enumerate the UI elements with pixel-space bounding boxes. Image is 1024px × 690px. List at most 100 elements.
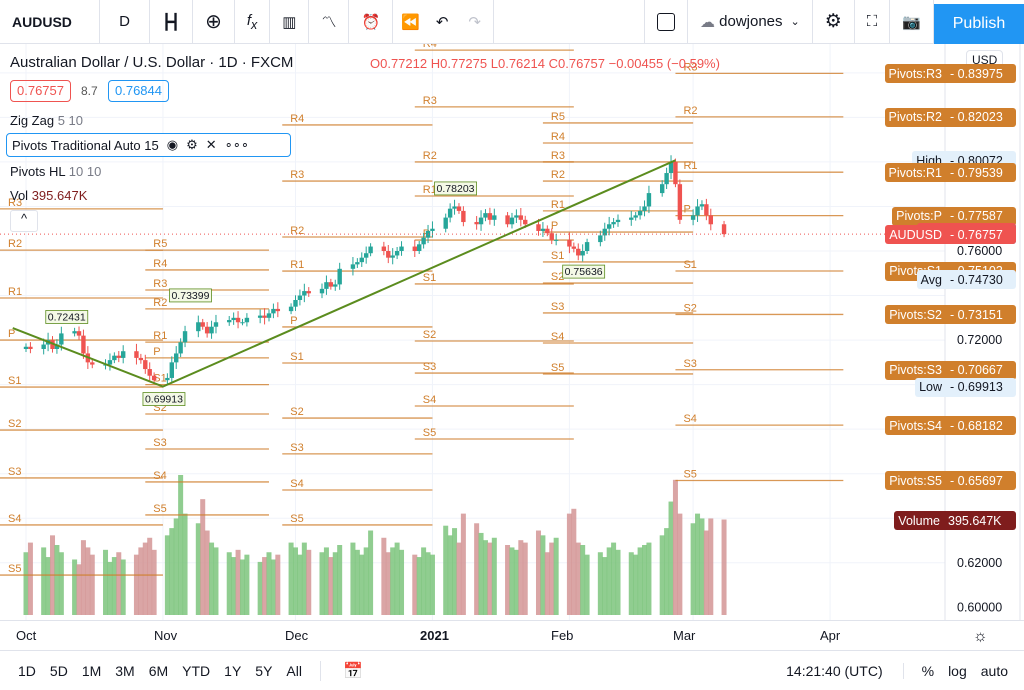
- candle: [659, 180, 665, 197]
- financials-button[interactable]: ▥: [270, 0, 310, 44]
- range-all[interactable]: All: [286, 663, 302, 679]
- candle: [72, 327, 77, 337]
- publish-button[interactable]: Publish: [934, 4, 1024, 44]
- candle-body: [116, 355, 121, 358]
- volume-bar: [350, 542, 356, 615]
- redo-button[interactable]: ↷: [456, 0, 494, 44]
- volume-bar: [509, 547, 515, 615]
- range-ytd[interactable]: YTD: [182, 663, 210, 679]
- candle-body: [536, 224, 541, 231]
- eye-icon[interactable]: ◉: [167, 137, 178, 153]
- interval-button[interactable]: D: [100, 0, 150, 44]
- candle: [514, 209, 519, 224]
- study-zigzag[interactable]: Zig Zag 5 10: [10, 113, 83, 128]
- candle: [443, 213, 448, 233]
- candle-body: [430, 228, 435, 231]
- volume-bar: [133, 554, 139, 615]
- candle: [602, 222, 607, 241]
- volume-bar: [602, 557, 608, 615]
- candle: [204, 322, 210, 338]
- volume-bar: [597, 552, 603, 615]
- candle: [699, 200, 705, 211]
- candle-body: [443, 217, 448, 229]
- snapshot-button[interactable]: 📷: [890, 0, 934, 44]
- sun-icon[interactable]: ☼: [973, 628, 988, 646]
- undo-button[interactable]: ↶: [428, 0, 457, 44]
- candle-body: [23, 346, 29, 349]
- study-volume[interactable]: Vol 395.647K: [10, 188, 87, 203]
- candle: [302, 283, 307, 303]
- more-icon[interactable]: ∘∘∘: [225, 137, 249, 153]
- candle-body: [421, 237, 426, 245]
- clock-time[interactable]: 14:21:40 (UTC): [786, 663, 882, 679]
- sell-button[interactable]: 0.76757: [10, 80, 71, 102]
- range-5y[interactable]: 5Y: [255, 663, 272, 679]
- candle: [116, 351, 121, 363]
- volume-bar: [231, 557, 237, 615]
- volume-bar: [553, 537, 559, 615]
- high-value: H0.77275: [430, 56, 488, 71]
- log-toggle[interactable]: log: [948, 663, 967, 679]
- candle-body: [328, 282, 334, 287]
- candle: [355, 258, 360, 268]
- symbol-search[interactable]: AUDUSD: [0, 0, 100, 44]
- chevron-up-icon: ^: [20, 211, 28, 226]
- candle-body: [244, 317, 250, 323]
- study-pivots-hl[interactable]: Pivots HL 10 10: [10, 164, 101, 179]
- range-6m[interactable]: 6M: [149, 663, 168, 679]
- candle: [178, 338, 183, 358]
- candle: [394, 246, 400, 260]
- candle-body: [76, 331, 82, 336]
- auto-toggle[interactable]: auto: [981, 663, 1008, 679]
- candles-icon: ┣┫: [162, 13, 181, 31]
- range-1d[interactable]: 1D: [18, 663, 36, 679]
- volume-bar: [695, 513, 701, 615]
- goto-date-calendar-icon[interactable]: 📅: [319, 660, 363, 681]
- pivot-hl-text: 0.73399: [171, 290, 209, 302]
- alert-button[interactable]: ⏰: [349, 0, 394, 44]
- price-chart[interactable]: R3 R2 R1 P S1 S2 S3 S4 S5 R5 R4 R3 R2 R1 P S1 S2 S3 S4 S5 R4…: [0, 44, 1024, 620]
- fullscreen-button[interactable]: ⛶: [855, 0, 891, 44]
- candle-body: [386, 251, 391, 258]
- save-layout-button[interactable]: ☁ dowjones ⌄: [688, 0, 813, 44]
- pivot-label-p: P: [8, 328, 15, 340]
- candle: [134, 343, 139, 365]
- replay-button[interactable]: ⏪: [393, 0, 428, 44]
- candle: [417, 240, 422, 255]
- candle: [209, 320, 214, 339]
- candle: [231, 312, 236, 325]
- compare-button[interactable]: 〽: [309, 0, 350, 44]
- volume-bar: [275, 554, 281, 615]
- range-1y[interactable]: 1Y: [224, 663, 241, 679]
- range-1m[interactable]: 1M: [82, 663, 101, 679]
- settings-button[interactable]: ⚙: [813, 0, 855, 44]
- indicators-button[interactable]: fx: [235, 0, 271, 44]
- time-axis[interactable]: Oct Nov Dec 2021 Feb Mar Apr ☼: [0, 620, 1024, 650]
- volume-bar: [204, 530, 210, 615]
- price-label-pivots-s2: Pivots:S2- 0.73151: [885, 305, 1016, 325]
- percent-toggle[interactable]: %: [902, 662, 934, 679]
- candle-body: [492, 215, 497, 220]
- gear-icon[interactable]: ⚙: [186, 137, 198, 153]
- plus-circle-icon: ⊕: [205, 11, 222, 33]
- add-compare-button[interactable]: ⊕: [193, 0, 235, 44]
- close-icon[interactable]: ✕: [206, 137, 217, 153]
- open-value: O0.77212: [370, 56, 428, 71]
- candle-body: [514, 215, 519, 218]
- chart-type-button[interactable]: ┣┫: [150, 0, 194, 44]
- buy-button[interactable]: 0.76844: [108, 80, 169, 102]
- layout-button[interactable]: [643, 0, 688, 44]
- volume-bar: [354, 549, 360, 615]
- collapse-legend-button[interactable]: ^: [10, 210, 38, 232]
- candle-body: [143, 360, 148, 370]
- range-5d[interactable]: 5D: [50, 663, 68, 679]
- study-pivots[interactable]: Pivots Traditional Auto 15 ◉ ⚙ ✕ ∘∘∘: [6, 133, 291, 157]
- candle-body: [81, 335, 86, 354]
- candle-body: [368, 246, 373, 254]
- volume-bar: [151, 549, 157, 615]
- volume-bar: [606, 547, 612, 615]
- range-3m[interactable]: 3M: [115, 663, 134, 679]
- y-tick-label: 0.76000: [957, 244, 1002, 258]
- volume-bar: [103, 549, 109, 615]
- pivot-label-r4: R4: [290, 113, 304, 125]
